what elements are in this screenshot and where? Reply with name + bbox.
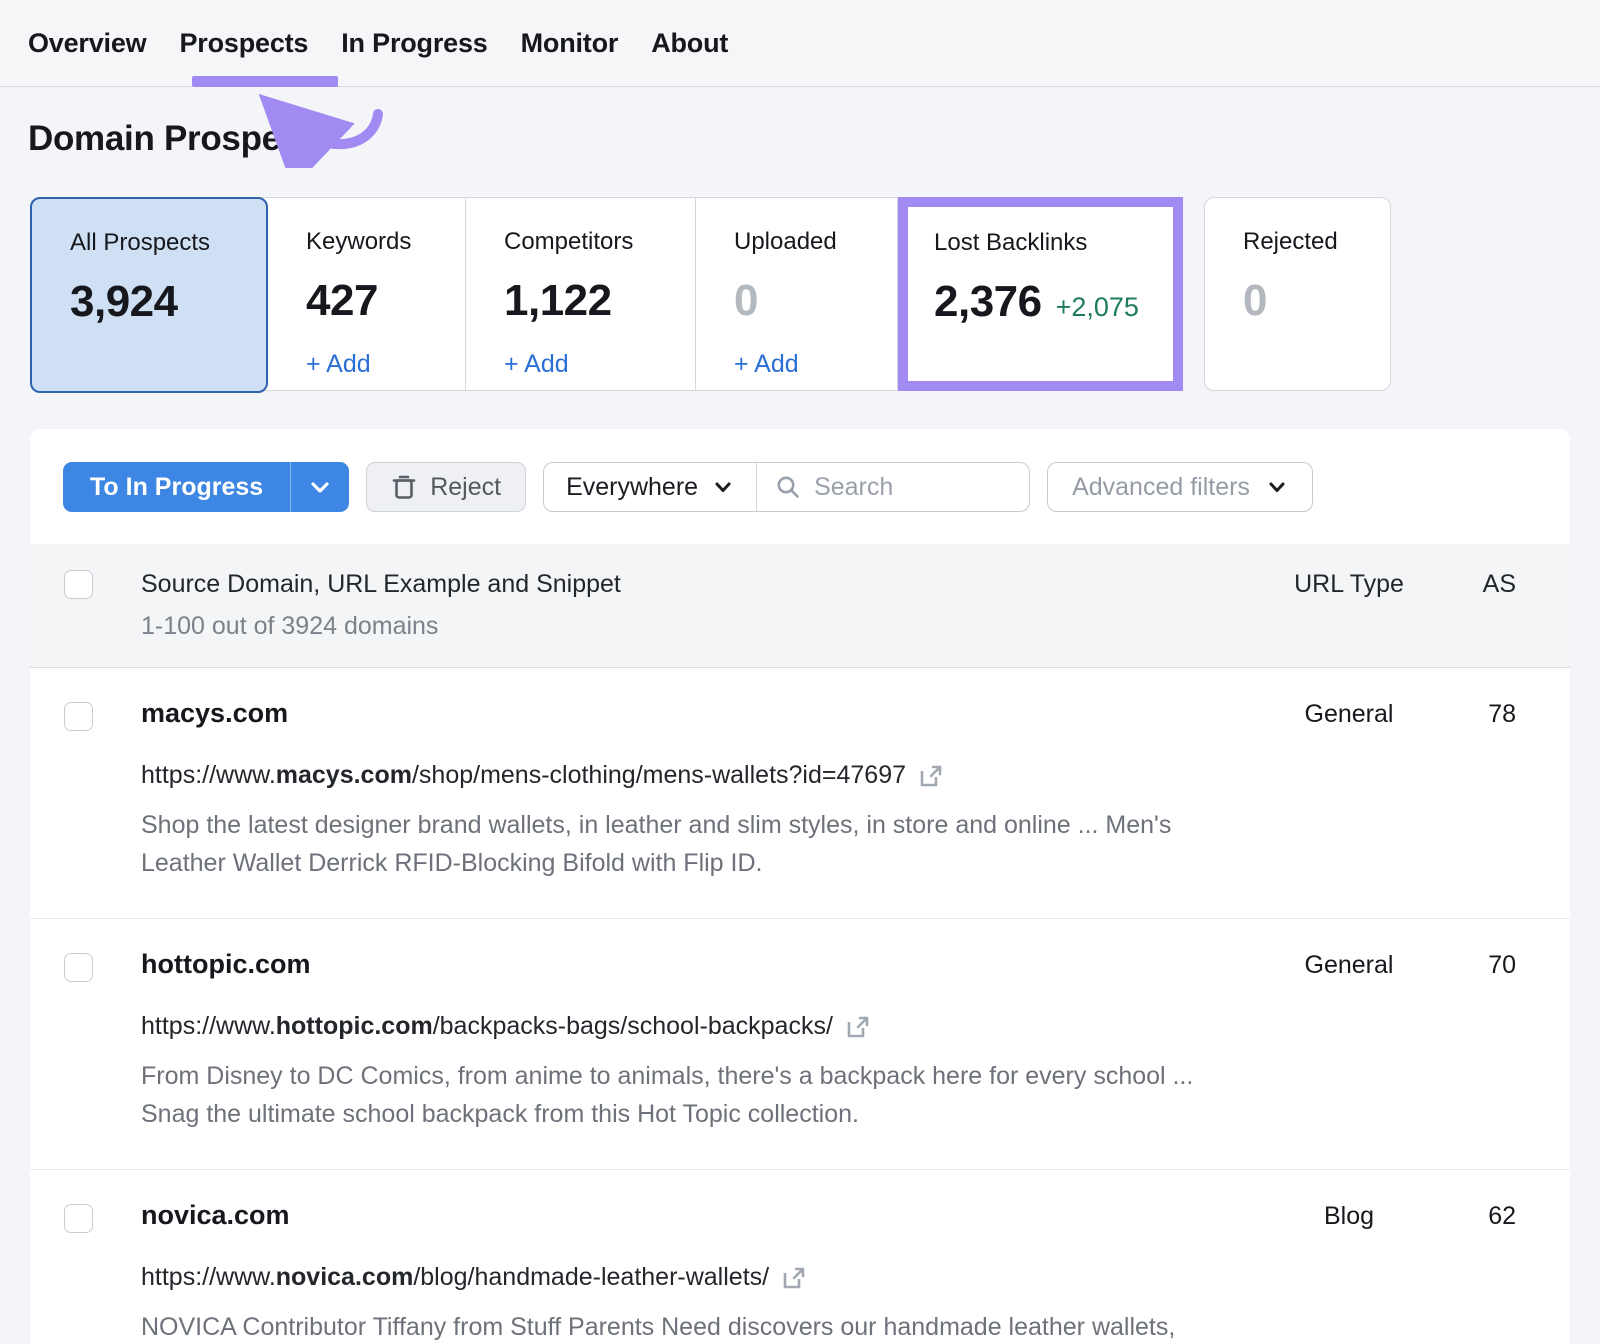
snippet: NOVICA Contributor Tiffany from Stuff Pa…: [141, 1308, 1221, 1344]
toolbar: To In Progress Reject Everywhere: [30, 429, 1570, 544]
row-checkbox[interactable]: [64, 702, 93, 731]
snippet: From Disney to DC Comics, from anime to …: [141, 1057, 1221, 1133]
prospects-highlight-underline: [192, 76, 338, 87]
prospect-card-group: All Prospects 3,924 Keywords 427 + Add C…: [30, 197, 898, 391]
advanced-filters-button[interactable]: Advanced filters: [1047, 462, 1313, 512]
select-all-checkbox[interactable]: [64, 570, 93, 599]
external-link-icon[interactable]: [918, 763, 944, 789]
add-competitors-link[interactable]: + Add: [504, 350, 569, 379]
card-label: Uploaded: [734, 228, 897, 256]
chevron-down-icon: [1266, 476, 1288, 498]
tab-prospects[interactable]: Prospects: [179, 28, 308, 59]
table-row: novica.com https://www.novica.com/blog/h…: [30, 1170, 1570, 1344]
as-value: 70: [1424, 949, 1516, 980]
card-label: Rejected: [1243, 228, 1390, 256]
url-type-value: Blog: [1274, 1200, 1424, 1231]
url-example: https://www.novica.com/blog/handmade-lea…: [141, 1263, 1274, 1292]
card-lost-backlinks[interactable]: Lost Backlinks 2,376 +2,075: [908, 207, 1173, 381]
advanced-filters-label: Advanced filters: [1072, 473, 1250, 502]
prospects-panel: To In Progress Reject Everywhere: [30, 429, 1570, 1344]
column-url-type: URL Type: [1274, 570, 1424, 599]
card-rejected[interactable]: Rejected 0: [1204, 197, 1391, 391]
card-label: Keywords: [306, 228, 465, 256]
table-header: Source Domain, URL Example and Snippet 1…: [30, 544, 1570, 668]
reject-label: Reject: [430, 473, 501, 502]
card-uploaded[interactable]: Uploaded 0 + Add: [696, 198, 897, 390]
search-input[interactable]: [814, 473, 994, 502]
scope-search-group: Everywhere: [543, 462, 1030, 512]
card-label: Competitors: [504, 228, 695, 256]
results-count: 1-100 out of 3924 domains: [141, 612, 1274, 641]
row-checkbox[interactable]: [64, 953, 93, 982]
chevron-down-icon: [308, 475, 332, 499]
card-value: 2,376: [934, 277, 1042, 327]
url-type-value: General: [1274, 698, 1424, 729]
search-icon: [775, 474, 801, 500]
to-in-progress-label[interactable]: To In Progress: [63, 462, 290, 512]
card-value: 0: [1243, 276, 1390, 326]
external-link-icon[interactable]: [781, 1265, 807, 1291]
reject-button[interactable]: Reject: [366, 462, 526, 512]
lost-backlinks-highlight-box: Lost Backlinks 2,376 +2,075: [898, 197, 1183, 391]
url-example: https://www.hottopic.com/backpacks-bags/…: [141, 1012, 1274, 1041]
card-delta-badge: +2,075: [1056, 292, 1139, 323]
chevron-down-icon: [712, 476, 734, 498]
tab-about[interactable]: About: [651, 28, 728, 59]
prospect-cards: All Prospects 3,924 Keywords 427 + Add C…: [30, 197, 1570, 391]
add-keywords-link[interactable]: + Add: [306, 350, 371, 379]
source-domain: hottopic.com: [141, 949, 1274, 980]
tab-in-progress[interactable]: In Progress: [341, 28, 487, 59]
as-value: 78: [1424, 698, 1516, 729]
to-in-progress-dropdown[interactable]: [290, 462, 349, 512]
tab-monitor[interactable]: Monitor: [521, 28, 619, 59]
tab-overview[interactable]: Overview: [28, 28, 146, 59]
snippet: Shop the latest designer brand wallets, …: [141, 806, 1221, 882]
add-uploaded-link[interactable]: + Add: [734, 350, 799, 379]
table-row: hottopic.com https://www.hottopic.com/ba…: [30, 919, 1570, 1170]
card-label: All Prospects: [70, 229, 266, 257]
card-value: 1,122: [504, 276, 695, 326]
card-competitors[interactable]: Competitors 1,122 + Add: [466, 198, 696, 390]
scope-select[interactable]: Everywhere: [544, 463, 757, 511]
search-box: [757, 463, 1029, 511]
row-checkbox[interactable]: [64, 1204, 93, 1233]
trash-icon: [391, 473, 417, 501]
page-title: Domain Prospects: [28, 119, 1600, 159]
to-in-progress-button[interactable]: To In Progress: [63, 462, 349, 512]
column-as: AS: [1424, 570, 1516, 599]
as-value: 62: [1424, 1200, 1516, 1231]
card-value: 3,924: [70, 277, 266, 327]
scope-value: Everywhere: [566, 473, 698, 502]
source-domain: novica.com: [141, 1200, 1274, 1231]
card-label: Lost Backlinks: [934, 229, 1173, 257]
external-link-icon[interactable]: [845, 1014, 871, 1040]
url-example: https://www.macys.com/shop/mens-clothing…: [141, 761, 1274, 790]
card-all-prospects[interactable]: All Prospects 3,924: [30, 197, 268, 393]
card-keywords[interactable]: Keywords 427 + Add: [268, 198, 466, 390]
url-type-value: General: [1274, 949, 1424, 980]
top-nav: Overview Prospects In Progress Monitor A…: [0, 0, 1600, 87]
column-source-domain: Source Domain, URL Example and Snippet: [141, 570, 1274, 599]
table-row: macys.com https://www.macys.com/shop/men…: [30, 668, 1570, 919]
source-domain: macys.com: [141, 698, 1274, 729]
card-value: 0: [734, 276, 897, 326]
card-value: 427: [306, 276, 465, 326]
